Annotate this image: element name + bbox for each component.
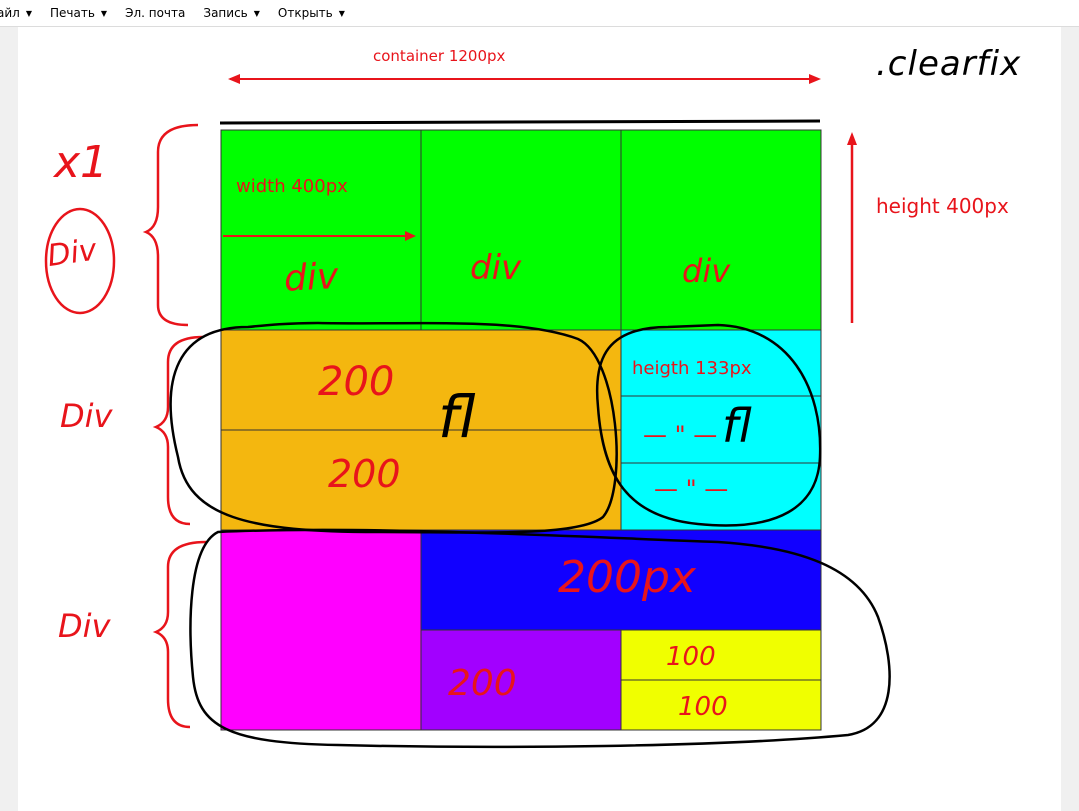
cyan-ditto-1: — " — [643,421,717,449]
container-arrow [228,74,821,84]
purple-200: 200 [448,663,517,704]
green-block-1 [220,129,422,331]
magenta-block [220,529,422,731]
orange-200-top: 200 [318,359,394,405]
green-block-3 [620,129,822,331]
menu-print-label: Печать [49,6,95,20]
left-div-circled: Div [45,232,100,274]
fl-left: fl [438,383,476,451]
menu-burn-label: Запись [203,6,248,20]
chevron-down-icon: ▼ [25,8,32,18]
chevron-down-icon: ▼ [338,8,345,18]
heigth-label: heigth 133px [632,358,752,379]
layout-drawing: container 1200px width 400px height 400p… [44,44,1021,749]
menu-email-label: Эл. почта [125,6,186,20]
height-arrow [847,132,857,323]
brace-top [142,123,199,327]
top-border-line [219,119,821,125]
image-canvas: container 1200px width 400px height 400p… [18,27,1061,811]
orange-200-bottom: 200 [328,452,401,496]
fl-right: fl [722,399,752,453]
left-div-bottom: Div [58,607,112,645]
menu-open[interactable]: Открыть ▼ [278,6,345,20]
width-label: width 400px [236,176,348,197]
yellow-100-2: 100 [678,692,728,722]
yellow-100-1: 100 [666,642,716,672]
toolbar: айл ▼ Печать ▼ Эл. почта Запись ▼ Открыт… [0,0,1079,27]
menu-file-label: айл [0,6,20,20]
clearfix-label: .clearfix [876,44,1021,84]
height-label: height 400px [876,194,1009,218]
menu-print[interactable]: Печать ▼ [50,6,107,20]
orange-block-top [220,329,622,431]
chevron-down-icon: ▼ [253,8,260,18]
menu-open-label: Открыть [277,6,333,20]
green-div-2: div [470,248,522,288]
menu-file[interactable]: айл ▼ [0,6,32,20]
cyan-ditto-2: — " — [654,475,728,503]
x1-label: x1 [52,137,108,188]
chevron-down-icon: ▼ [100,8,108,18]
green-div-1: div [283,256,340,300]
yellow-block-1 [620,629,822,681]
green-block-2 [420,129,622,331]
blue-200px: 200px [558,552,697,603]
green-div-3: div [682,252,731,290]
menu-burn[interactable]: Запись ▼ [203,6,260,20]
left-div-middle: Div [60,397,114,435]
orange-block-bottom [220,429,622,531]
menu-email[interactable]: Эл. почта [125,6,185,20]
container-label: container 1200px [373,47,506,65]
